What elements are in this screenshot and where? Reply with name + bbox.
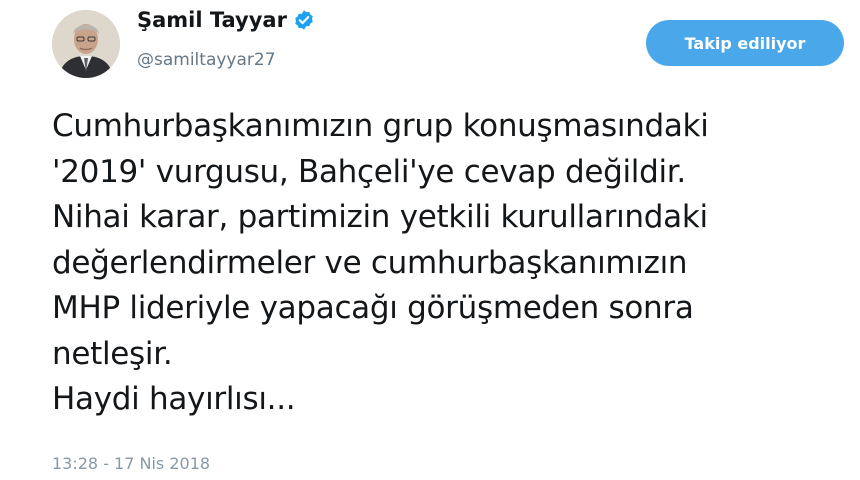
tweet-line: değerlendirmeler ve cumhurbaşkanımızın (52, 244, 688, 281)
tweet-text: Cumhurbaşkanımızın grup konuşmasındaki '… (52, 104, 852, 423)
tweet-line: MHP lideriyle yapacağı görüşmeden sonra (52, 290, 694, 326)
tweet-timestamp[interactable]: 13:28 - 17 Nis 2018 (52, 454, 210, 473)
author-name-row: Şamil Tayyar (137, 8, 315, 32)
tweet-line: '2019' vurgusu, Bahçeli'ye cevap değildi… (52, 153, 686, 190)
avatar-image (52, 10, 120, 78)
following-button[interactable]: Takip ediliyor (646, 20, 844, 66)
tweet-line: netleşir. (52, 335, 173, 372)
verified-badge-icon (293, 9, 315, 31)
author-display-name[interactable]: Şamil Tayyar (137, 8, 287, 32)
avatar[interactable] (52, 10, 120, 78)
tweet-line: Nihai karar, partimizin yetkili kurullar… (52, 199, 708, 235)
tweet-line: Cumhurbaşkanımızın grup konuşmasındaki (52, 108, 709, 144)
tweet-line: Haydi hayırlısı... (52, 381, 296, 417)
author-handle[interactable]: @samiltayyar27 (137, 50, 276, 70)
